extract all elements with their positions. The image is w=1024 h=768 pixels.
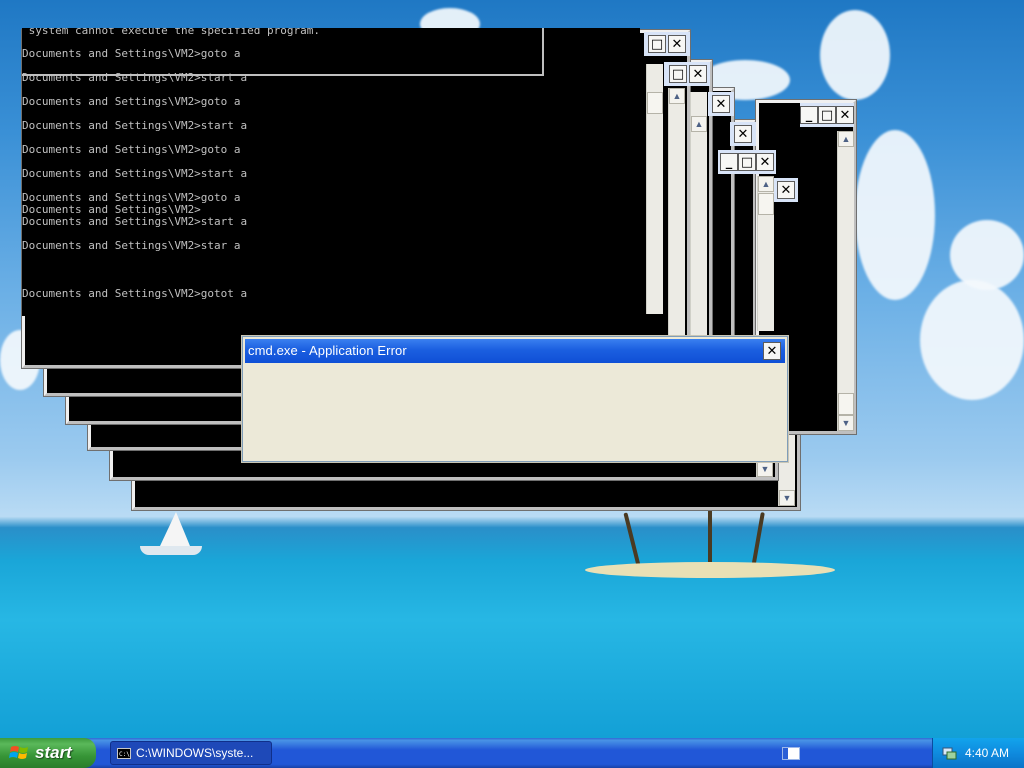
scroll-up-arrow[interactable]: ▲	[838, 131, 854, 147]
close-button[interactable]: ✕	[712, 95, 730, 113]
close-button[interactable]: ✕	[777, 181, 795, 199]
title-bar-controls: _ □ ✕	[800, 103, 854, 127]
indicator-fill	[783, 748, 788, 759]
maximize-button[interactable]: □	[648, 35, 666, 53]
console-output[interactable]: system cannot execute the specified prog…	[22, 28, 640, 316]
dialog-title-bar[interactable]: cmd.exe - Application Error ✕	[245, 339, 785, 363]
taskbar-item-cmd[interactable]: C:\ C:\WINDOWS\syste...	[110, 741, 272, 765]
taskbar-item-label: C:\WINDOWS\syste...	[136, 746, 254, 760]
close-button[interactable]: ✕	[836, 106, 854, 124]
scroll-down-arrow[interactable]: ▼	[838, 415, 854, 431]
close-button[interactable]: ✕	[689, 65, 707, 83]
vertical-scrollbar[interactable]: ▲	[757, 176, 774, 331]
clock[interactable]: 4:40 AM	[965, 746, 1009, 760]
scroll-up-arrow[interactable]: ▲	[758, 176, 774, 192]
network-icon[interactable]	[941, 745, 957, 761]
sailboat-sail	[160, 512, 190, 546]
system-tray: 4:40 AM	[932, 738, 1024, 768]
cloud	[820, 10, 890, 100]
cloud	[855, 130, 935, 300]
windows-flag-icon	[9, 746, 28, 759]
vertical-scrollbar[interactable]: ▲ ▼	[837, 131, 854, 431]
console-line: Documents and Settings\VM2>gotot a	[22, 287, 248, 300]
title-bar-controls: ✕	[730, 122, 756, 146]
scroll-up-arrow[interactable]: ▲	[669, 88, 685, 104]
vertical-scrollbar[interactable]	[646, 64, 663, 314]
scroll-down-arrow[interactable]: ▼	[757, 461, 773, 477]
console-line: Documents and Settings\VM2>start a	[22, 167, 248, 180]
vertical-scrollbar[interactable]: ▲	[668, 88, 685, 338]
console-line: Documents and Settings\VM2>star a	[22, 239, 241, 252]
console-line: Documents and Settings\VM2>start a	[22, 215, 248, 228]
maximize-button[interactable]: □	[738, 153, 756, 171]
dialog-title: cmd.exe - Application Error	[248, 343, 407, 358]
palm-trunk	[623, 512, 641, 567]
start-label: start	[35, 743, 72, 762]
console-line: Documents and Settings\VM2>goto a	[22, 143, 241, 156]
window-frame-edge	[22, 74, 544, 76]
minimize-button[interactable]: _	[720, 153, 738, 171]
taskbar: start C:\ C:\WINDOWS\syste... 4:40 AM	[0, 738, 1024, 768]
scroll-thumb[interactable]	[838, 393, 854, 415]
cloud	[950, 220, 1024, 290]
cloud	[920, 280, 1024, 400]
palm-trunk	[751, 512, 765, 568]
scroll-up-arrow[interactable]: ▲	[691, 116, 707, 132]
title-bar-controls: □ ✕	[664, 62, 710, 86]
title-bar-controls: □ ✕	[644, 32, 690, 56]
palm-trunk	[708, 508, 712, 566]
minimize-button[interactable]: _	[800, 106, 818, 124]
title-bar-controls: ✕	[708, 92, 734, 116]
console-line: system cannot execute the specified prog…	[22, 28, 321, 37]
title-bar-controls: _ □ ✕	[718, 150, 776, 174]
console-line: Documents and Settings\VM2>goto a	[22, 95, 241, 108]
scroll-thumb[interactable]	[647, 92, 663, 114]
title-bar-controls: ✕	[774, 178, 798, 202]
scroll-thumb[interactable]	[758, 193, 774, 215]
dialog-close-button[interactable]: ✕	[763, 342, 781, 360]
sailboat-hull	[140, 546, 202, 555]
maximize-button[interactable]: □	[818, 106, 836, 124]
console-line: Documents and Settings\VM2>start a	[22, 119, 248, 132]
start-button[interactable]: start	[0, 738, 96, 768]
console-line: Documents and Settings\VM2>goto a	[22, 47, 241, 60]
taskbar-indicator-icon[interactable]	[782, 747, 800, 760]
vertical-scrollbar[interactable]: ▲	[690, 92, 707, 342]
close-button[interactable]: ✕	[756, 153, 774, 171]
window-frame-edge	[542, 28, 544, 76]
close-button[interactable]: ✕	[734, 125, 752, 143]
maximize-button[interactable]: □	[669, 65, 687, 83]
command-prompt-icon: C:\	[117, 747, 131, 759]
close-button[interactable]: ✕	[668, 35, 686, 53]
sand-island	[585, 562, 835, 578]
scroll-down-arrow[interactable]: ▼	[779, 490, 795, 506]
application-error-dialog[interactable]: cmd.exe - Application Error ✕	[241, 335, 789, 463]
